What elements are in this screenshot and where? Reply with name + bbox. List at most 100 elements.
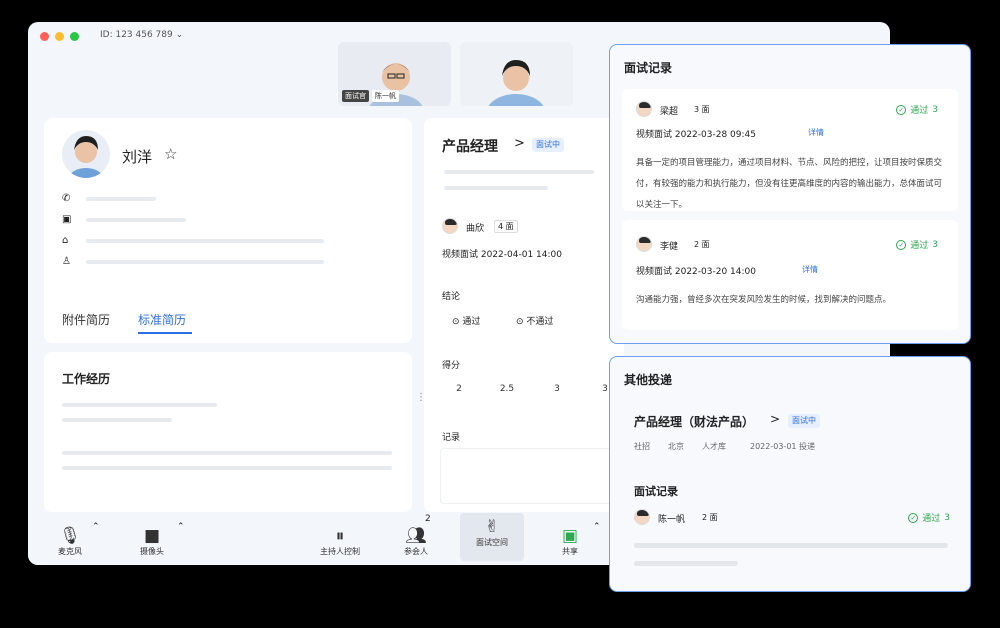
camera-icon: ■	[143, 526, 161, 546]
radio-icon: ⊙	[516, 317, 524, 327]
status-badge: 面试中	[532, 138, 564, 152]
pass-radio[interactable]: ⊙ 通过	[452, 314, 480, 327]
delivery-meta: 社招	[634, 442, 650, 451]
panel-title: 其他投递	[624, 373, 673, 387]
record-placeholder	[634, 561, 738, 566]
candidate-avatar	[62, 130, 110, 178]
calendar-icon: ▣	[62, 214, 72, 225]
microphone-icon: 🎙︎	[59, 526, 81, 546]
education-icon: ⌂	[62, 235, 69, 246]
round-badge: 2 面	[694, 240, 710, 249]
interview-records-panel: 面试记录 梁超 3 面 ✓ 通过 3 视频面试 2022-03-28 09:45 详…	[609, 44, 971, 344]
pass-status: ✓ 通过 3	[896, 238, 938, 251]
video-sub-tag: 陈一帆	[372, 90, 399, 102]
host-control-button[interactable]: ⏸ 主持人控制	[308, 526, 372, 557]
record-textarea[interactable]	[440, 448, 616, 504]
participants-button[interactable]: 👥︎ 参会人	[394, 526, 438, 557]
score-chip[interactable]: 3	[542, 380, 572, 398]
session-info: 视频面试 2022-03-28 09:45	[636, 130, 756, 140]
details-link[interactable]: 详情	[808, 127, 824, 138]
chevron-down-icon: ⌄	[175, 30, 184, 40]
education-placeholder	[86, 239, 324, 243]
avatar	[636, 236, 652, 252]
participant-count: 2	[425, 514, 431, 524]
meeting-id[interactable]: ID: 123 456 789 ⌄	[100, 30, 183, 40]
check-circle-icon: ✓	[896, 104, 907, 115]
tab-standard-resume[interactable]: 标准简历	[138, 311, 186, 328]
work-experience-title: 工作经历	[62, 372, 111, 386]
work-placeholder	[62, 418, 172, 422]
details-link[interactable]: 详情	[802, 264, 818, 275]
person-icon: ♙	[62, 256, 71, 267]
microphone-button[interactable]: 🎙︎ 麦克风	[50, 526, 90, 557]
work-experience-card: 工作经历	[44, 352, 412, 512]
work-placeholder	[62, 403, 217, 407]
info-placeholder	[86, 260, 324, 264]
avatar	[634, 509, 650, 525]
delivery-meta: 北京	[668, 442, 684, 451]
other-deliveries-panel: 其他投递 产品经理（财法产品） > 面试中 社招 北京 人才库 2022-03-…	[609, 356, 971, 592]
video-name-tag: 面试官	[342, 90, 369, 102]
candidate-card: 刘洋 ☆ ✆ ▣ ⌂ ♙ 附件简历 标准简历	[44, 118, 412, 343]
record-comment: 沟通能力强，曾经多次在突发风险发生的时候，找到解决的问题点。	[636, 295, 892, 305]
round-badge: 3 面	[694, 105, 710, 114]
date-placeholder	[86, 218, 186, 222]
check-circle-icon: ✓	[896, 239, 907, 250]
interviewer-name: 梁超	[660, 107, 679, 117]
fail-radio[interactable]: ⊙ 不通过	[516, 314, 553, 327]
candidate-video	[460, 42, 573, 106]
share-button[interactable]: ▣ 共享	[553, 526, 587, 557]
work-placeholder	[62, 451, 392, 455]
chevron-up-icon[interactable]: ⌃	[92, 522, 100, 532]
delivery-job-title[interactable]: 产品经理（财法产品）	[634, 413, 754, 430]
participants-icon: 👥︎	[405, 526, 427, 546]
pass-status: ✓ 通过 3	[896, 103, 938, 116]
avatar	[442, 218, 458, 234]
record-placeholder	[634, 543, 948, 548]
conclusion-label: 结论	[442, 292, 461, 302]
avatar	[636, 101, 652, 117]
status-badge: 面试中	[788, 414, 820, 428]
session-info: 视频面试 2022-04-01 14:00	[442, 250, 562, 260]
minimize-window-button[interactable]	[55, 32, 64, 41]
score-label: 得分	[442, 361, 461, 371]
share-screen-icon: ▣	[561, 526, 579, 546]
radio-icon: ⊙	[452, 317, 460, 327]
session-info: 视频面试 2022-03-20 14:00	[636, 267, 756, 277]
close-window-button[interactable]	[40, 32, 49, 41]
interview-space-icon: ✌︎	[484, 517, 500, 537]
title-placeholder	[444, 170, 594, 174]
score-chip[interactable]: 2.5	[492, 380, 522, 398]
host-control-icon: ⏸	[335, 526, 345, 546]
interview-space-button[interactable]: ✌︎ 面试空间	[460, 513, 524, 561]
camera-button[interactable]: ■ 摄像头	[132, 526, 172, 557]
evaluation-card: 产品经理 > 面试中 曲欣 4 面 视频面试 2022-04-01 14:00 …	[424, 118, 624, 512]
delivery-records-title: 面试记录	[634, 485, 678, 498]
chevron-right-icon[interactable]: >	[770, 412, 780, 426]
title-placeholder	[444, 186, 548, 190]
chevron-up-icon[interactable]: ⌃	[177, 522, 185, 532]
check-circle-icon: ✓	[908, 512, 919, 523]
star-icon[interactable]: ☆	[164, 145, 177, 163]
round-badge: 4 面	[494, 220, 518, 233]
round-badge: 2 面	[702, 513, 718, 522]
record-card: 梁超 3 面 ✓ 通过 3 视频面试 2022-03-28 09:45 详情 具备一…	[622, 89, 958, 211]
panel-title: 面试记录	[624, 61, 673, 75]
video-tile-interviewer[interactable]: 面试官 陈一帆	[338, 42, 451, 106]
candidate-name: 刘洋	[122, 148, 153, 166]
chevron-up-icon[interactable]: ⌃	[593, 522, 601, 532]
job-title[interactable]: 产品经理	[442, 136, 498, 156]
work-placeholder	[62, 466, 392, 470]
maximize-window-button[interactable]	[70, 32, 79, 41]
phone-icon: ✆	[62, 193, 71, 204]
tab-attachment-resume[interactable]: 附件简历	[62, 311, 110, 328]
interviewer-name: 曲欣	[466, 224, 485, 234]
score-chip[interactable]: 2	[444, 380, 474, 398]
video-tile-candidate[interactable]	[460, 42, 573, 106]
delivery-meta: 2022-03-01 投递	[750, 442, 816, 451]
delivery-meta: 人才库	[702, 442, 726, 451]
record-label: 记录	[442, 433, 461, 443]
chevron-right-icon[interactable]: >	[514, 136, 525, 151]
phone-placeholder	[86, 197, 156, 201]
active-tab-indicator	[138, 332, 192, 334]
